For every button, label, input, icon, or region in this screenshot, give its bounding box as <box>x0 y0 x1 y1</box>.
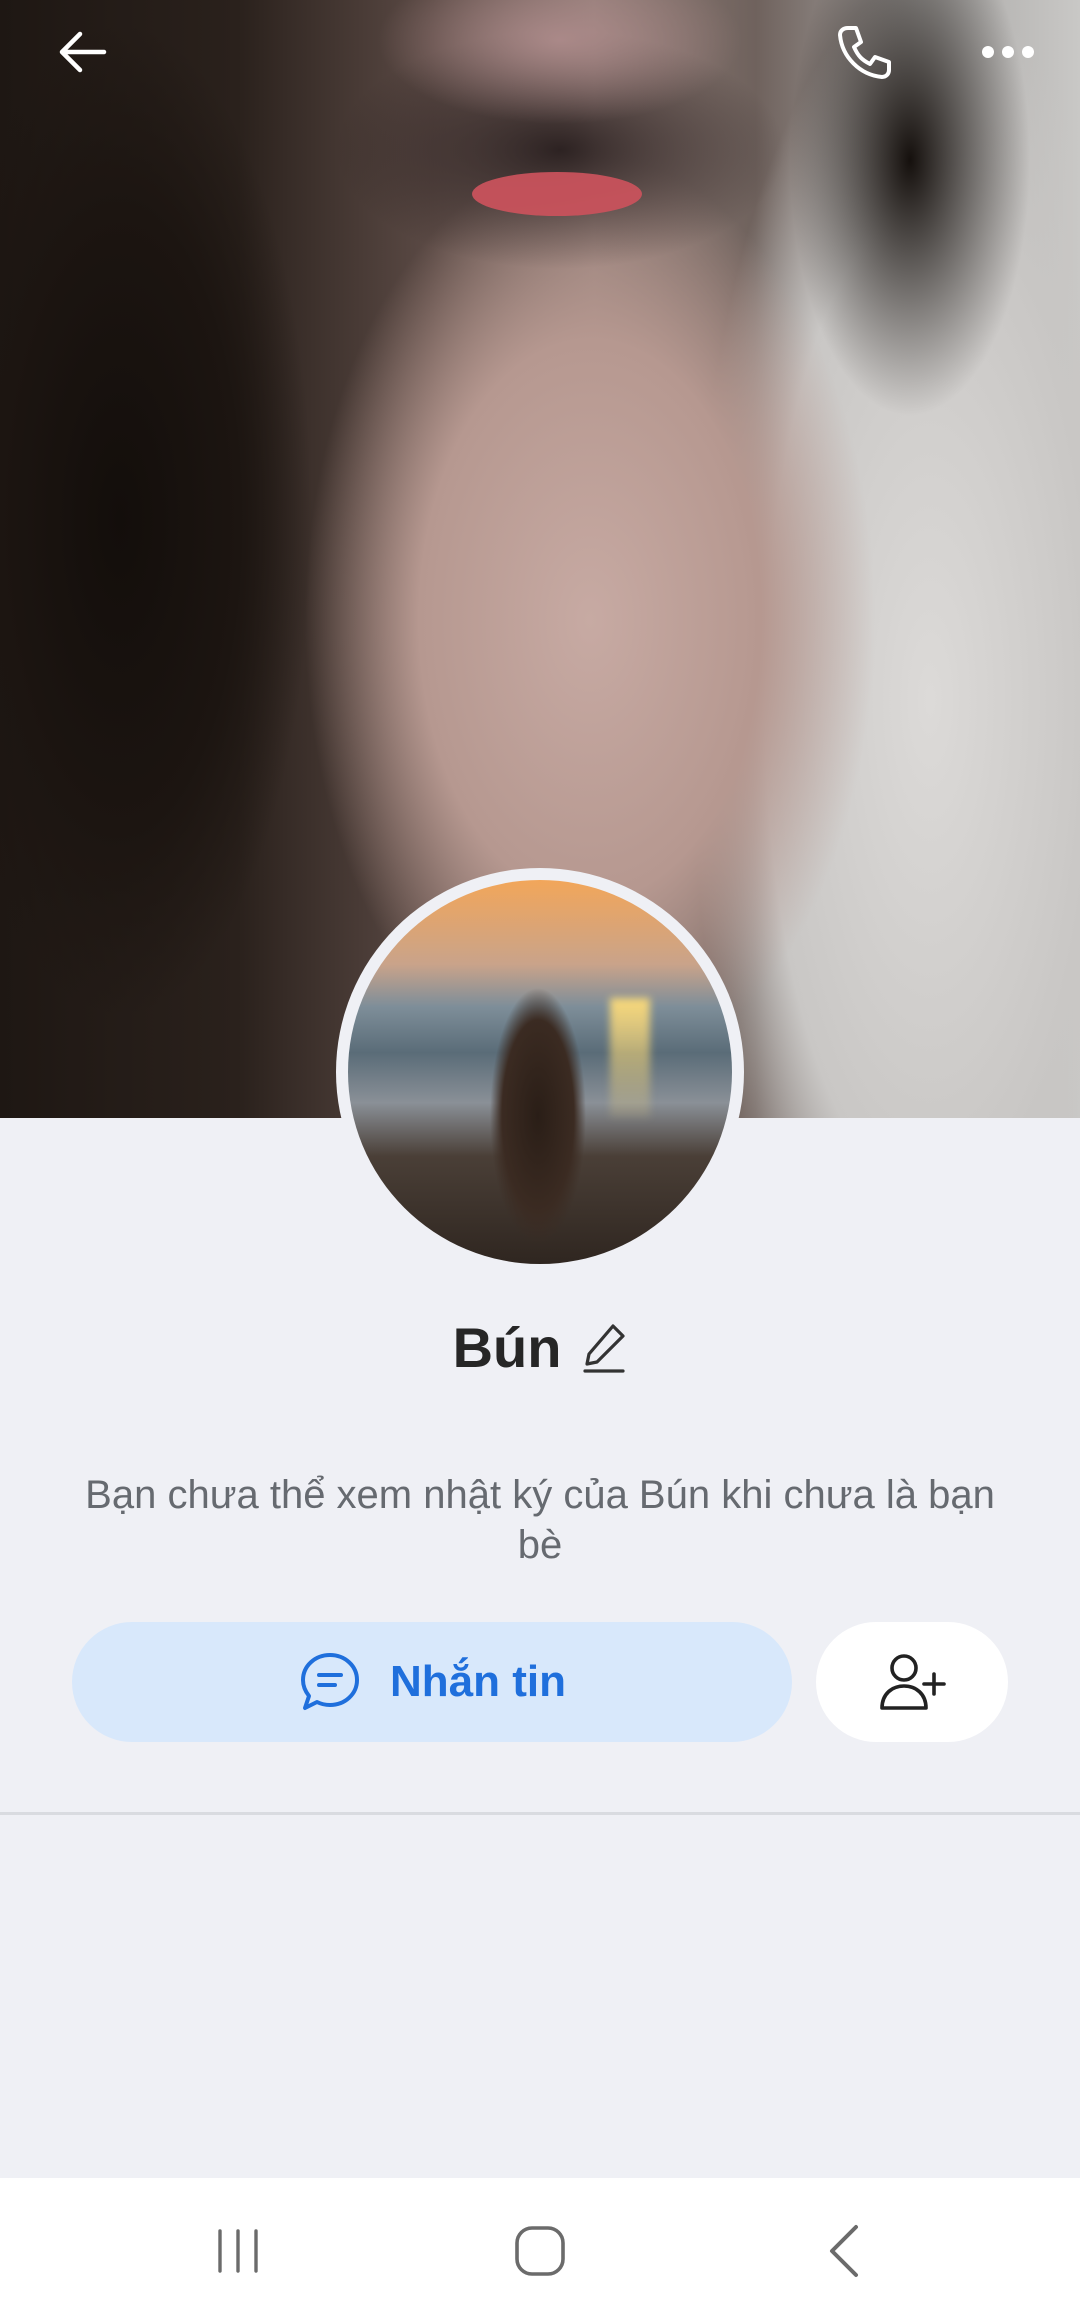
avatar-decoration <box>610 998 650 1118</box>
section-divider <box>0 1812 1080 1815</box>
cover-decoration <box>472 172 642 216</box>
name-row: Bún <box>0 1320 1080 1376</box>
nav-back-icon <box>824 2223 864 2279</box>
nav-back-button[interactable] <box>764 2178 924 2324</box>
friend-only-notice: Bạn chưa thể xem nhật ký của Bún khi chư… <box>85 1473 995 1567</box>
more-button[interactable] <box>976 20 1040 84</box>
avatar[interactable] <box>336 868 744 1276</box>
chat-bubble-icon <box>298 1650 362 1714</box>
home-icon <box>513 2224 567 2278</box>
phone-icon <box>834 22 894 82</box>
more-dots-icon <box>980 42 1036 62</box>
call-button[interactable] <box>832 20 896 84</box>
profile-name: Bún <box>452 1316 562 1379</box>
cover-decoration <box>0 0 400 1118</box>
back-button[interactable] <box>50 20 114 84</box>
system-nav-bar <box>0 2178 1080 2324</box>
message-button[interactable]: Nhắn tin <box>72 1622 792 1742</box>
nav-recents-button[interactable] <box>158 2178 318 2324</box>
recent-apps-icon <box>214 2227 262 2275</box>
arrow-left-icon <box>54 24 110 80</box>
avatar-photo <box>348 880 732 1264</box>
pencil-icon[interactable] <box>583 1322 627 1374</box>
avatar-decoration <box>478 946 598 1264</box>
add-friend-button[interactable] <box>816 1622 1008 1742</box>
nav-home-button[interactable] <box>460 2178 620 2324</box>
add-friend-icon <box>878 1650 946 1714</box>
message-button-label: Nhắn tin <box>390 1657 566 1706</box>
